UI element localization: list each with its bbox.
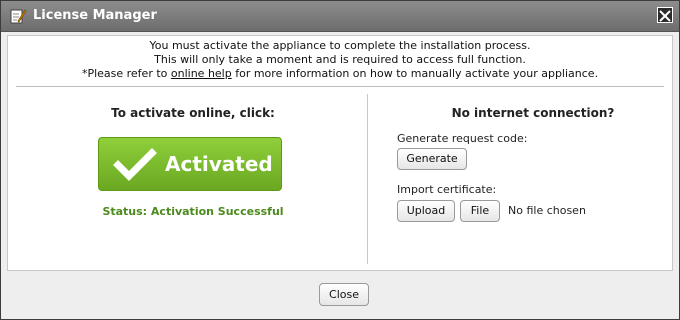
notice-suffix: for more information on how to manually … <box>231 67 599 80</box>
notice-prefix: *Please refer to <box>81 67 171 80</box>
activation-notice: You must activate the appliance to compl… <box>8 39 672 81</box>
close-window-button[interactable] <box>657 7 673 23</box>
close-button[interactable]: Close <box>319 283 369 306</box>
content-panel: You must activate the appliance to compl… <box>7 35 673 271</box>
license-manager-dialog: License Manager You must activate the ap… <box>0 0 680 320</box>
upload-button[interactable]: Upload <box>397 200 455 222</box>
offline-heading: No internet connection? <box>451 106 615 120</box>
license-edit-icon <box>10 9 27 24</box>
vertical-divider <box>367 94 368 264</box>
activated-button[interactable]: Activated <box>98 137 282 191</box>
online-heading: To activate online, click: <box>111 106 275 120</box>
online-help-link[interactable]: online help <box>171 67 232 80</box>
activated-label: Activated <box>165 152 273 176</box>
horizontal-divider <box>16 86 664 87</box>
notice-line-2: This will only take a moment and is requ… <box>154 53 526 66</box>
file-status: No file chosen <box>508 204 586 217</box>
notice-line-3: *Please refer to online help for more in… <box>8 67 672 81</box>
check-icon <box>113 148 157 181</box>
title-bar: License Manager <box>1 1 679 32</box>
import-certificate-label: Import certificate: <box>397 183 497 196</box>
window-title: License Manager <box>33 8 157 23</box>
file-button[interactable]: File <box>460 200 500 222</box>
generate-button[interactable]: Generate <box>397 148 467 170</box>
generate-request-label: Generate request code: <box>397 132 528 145</box>
notice-line-1: You must activate the appliance to compl… <box>149 39 531 52</box>
activation-status: Status: Activation Successful <box>102 205 284 218</box>
close-icon <box>659 10 671 22</box>
